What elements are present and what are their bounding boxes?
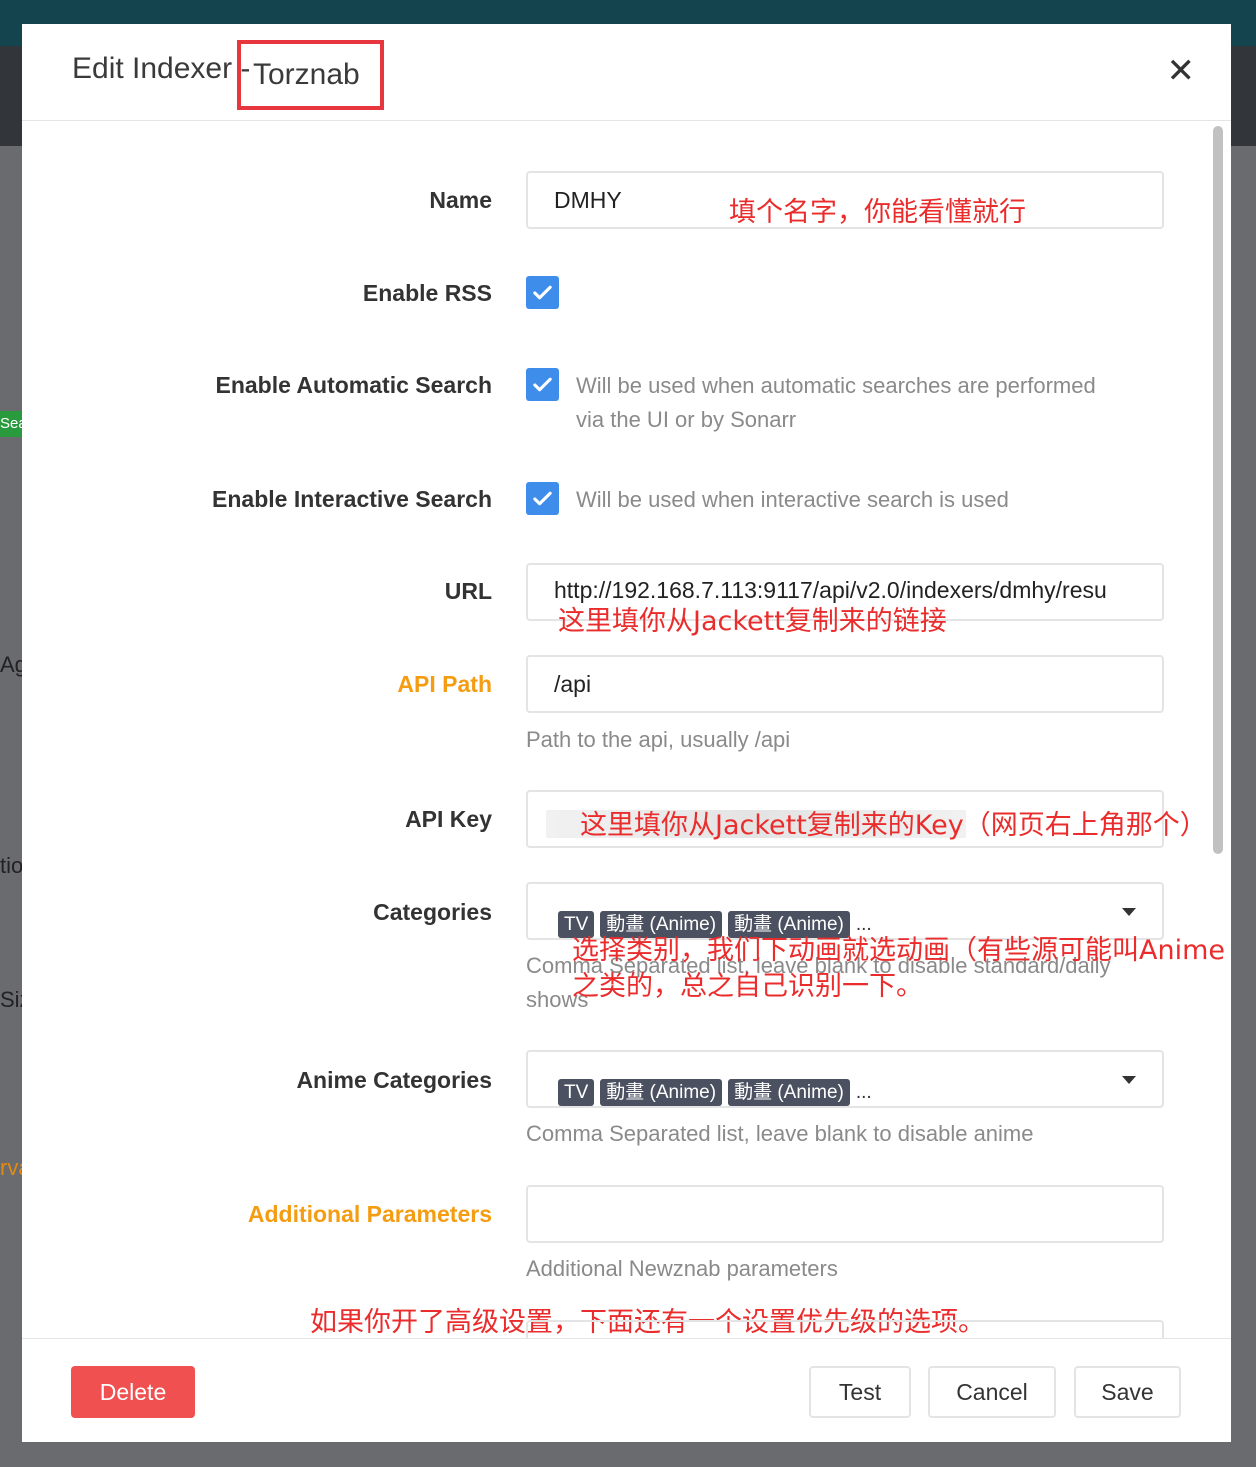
name-annotation: 填个名字，你能看懂就行: [729, 197, 1026, 228]
enable-interactive-search-label: Enable Interactive Search: [212, 486, 492, 512]
check-icon: [533, 377, 552, 392]
anime-categories-tags: TV 動畫 (Anime) 動畫 (Anime)...: [558, 1064, 872, 1106]
help-line-1: Will be used when automatic searches are…: [576, 373, 1096, 398]
indexer-type-highlight: Torznab: [237, 40, 384, 110]
check-icon: [533, 285, 552, 300]
background-fragment-rva: rva: [0, 1155, 22, 1180]
enable-auto-search-label: Enable Automatic Search: [215, 372, 492, 398]
categories-annotation-line1: 选择类别，我们下动画就选动画（有些源可能叫Anime: [572, 935, 1225, 966]
caret-down-icon: [1122, 908, 1136, 916]
background-fragment-search: Sea: [0, 411, 22, 437]
save-button[interactable]: Save: [1074, 1366, 1181, 1418]
anime-categories-label: Anime Categories: [296, 1067, 492, 1093]
priority-input-peek: [526, 1320, 1164, 1340]
anime-categories-select[interactable]: TV 動畫 (Anime) 動畫 (Anime)...: [526, 1050, 1164, 1108]
url-label: URL: [444, 578, 492, 604]
api-path-hint: Path to the api, usually /api: [526, 727, 791, 752]
modal-title: Edit Indexer -: [72, 52, 251, 85]
name-label: Name: [429, 187, 492, 213]
check-icon: [533, 491, 552, 506]
category-tag: TV: [558, 1079, 595, 1106]
enable-auto-search-help: Will be used when automatic searches are…: [576, 369, 1096, 437]
scrollbar[interactable]: [1213, 126, 1223, 854]
close-icon[interactable]: ✕: [1167, 54, 1196, 88]
categories-annotation-line2: 之类的，总之自己识别一下。: [572, 971, 923, 1002]
more-indicator: ...: [855, 1081, 872, 1103]
category-tag: 動畫 (Anime): [600, 1079, 723, 1106]
category-tag: 動畫 (Anime): [728, 1079, 850, 1106]
test-button[interactable]: Test: [809, 1366, 911, 1418]
edit-indexer-modal: Edit Indexer - Torznab ✕ Name DMHY 填个名字，…: [22, 24, 1231, 1442]
enable-auto-search-checkbox[interactable]: [526, 368, 559, 401]
enable-interactive-search-checkbox[interactable]: [526, 482, 559, 515]
api-key-label: API Key: [405, 806, 492, 832]
categories-label: Categories: [373, 899, 492, 925]
modal-footer: Delete Test Cancel Save: [22, 1338, 1231, 1442]
enable-rss-label: Enable RSS: [362, 280, 492, 306]
caret-down-icon: [1122, 1076, 1136, 1084]
enable-rss-checkbox[interactable]: [526, 276, 559, 309]
api-key-annotation: 这里填你从Jackett复制来的Key（网页右上角那个）: [580, 810, 1207, 841]
anime-categories-hint: Comma Separated list, leave blank to dis…: [526, 1121, 1034, 1146]
enable-interactive-search-help: Will be used when interactive search is …: [576, 487, 1009, 512]
delete-button[interactable]: Delete: [71, 1366, 195, 1418]
help-line-2: via the UI or by Sonarr: [576, 407, 797, 432]
api-path-label: API Path: [397, 671, 492, 697]
modal-header: Edit Indexer - Torznab ✕: [22, 24, 1231, 121]
additional-params-label: Additional Parameters: [247, 1201, 492, 1227]
additional-params-input[interactable]: [526, 1185, 1164, 1243]
additional-params-hint: Additional Newznab parameters: [526, 1256, 838, 1281]
url-annotation: 这里填你从Jackett复制来的链接: [558, 606, 947, 637]
api-path-input[interactable]: /api: [526, 655, 1164, 713]
background-fragment-siz: Siz: [0, 987, 22, 1012]
cancel-button[interactable]: Cancel: [928, 1366, 1056, 1418]
background-fragment-tio: tio: [0, 853, 22, 878]
background-fragment-ag: Ag: [0, 652, 22, 677]
